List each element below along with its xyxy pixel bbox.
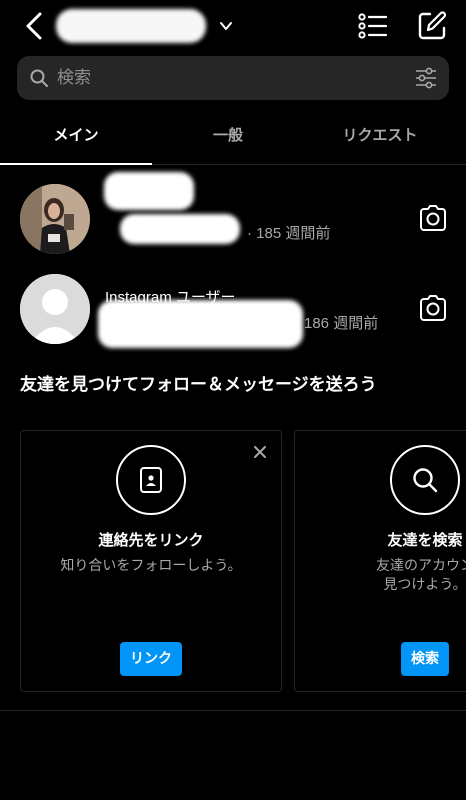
filter-icon[interactable] — [415, 67, 437, 89]
tab-requests[interactable]: リクエスト — [304, 112, 456, 164]
search-friends-button[interactable]: 検索 — [401, 642, 449, 676]
thread-timestamp: 186 週間前 — [304, 315, 379, 332]
camera-icon — [420, 295, 446, 321]
chevron-left-icon — [26, 12, 42, 40]
chevron-down-icon[interactable] — [218, 18, 234, 34]
avatar-photo-image — [20, 184, 90, 254]
compose-button[interactable] — [416, 10, 448, 42]
contact-card-icon — [140, 467, 162, 493]
account-name-redaction — [56, 9, 206, 43]
list-button[interactable] — [358, 12, 388, 40]
avatar[interactable] — [20, 274, 90, 344]
suggestion-card-search: 友達を検索 友達のアカウン 見つけよう。 検索 — [294, 430, 466, 692]
camera-button[interactable] — [418, 204, 448, 232]
icon-circle — [116, 445, 186, 515]
avatar[interactable] — [20, 184, 90, 254]
thread-timestamp: · 185 週間前 — [247, 225, 331, 242]
search-placeholder: 検索 — [57, 68, 91, 88]
message-thread[interactable]: · 185 週間前 — [0, 172, 466, 260]
camera-button[interactable] — [418, 294, 448, 322]
thread-preview-redaction — [98, 300, 303, 348]
tab-general[interactable]: 一般 — [152, 112, 304, 164]
card-title: 連絡先をリンク — [98, 531, 204, 549]
icon-circle — [390, 445, 460, 515]
divider — [0, 710, 466, 711]
default-avatar-icon — [20, 274, 90, 344]
tab-main[interactable]: メイン — [0, 112, 152, 165]
compose-icon — [418, 11, 447, 40]
search-icon — [30, 69, 48, 87]
thread-name-redaction — [104, 172, 194, 210]
search-icon — [413, 468, 438, 493]
thread-preview-redaction — [120, 214, 240, 244]
card-title: 友達を検索 — [387, 531, 463, 549]
list-icon — [358, 13, 388, 39]
search-bar[interactable]: 検索 — [17, 56, 449, 100]
card-subtitle-line: 見つけよう。 — [383, 577, 466, 593]
card-subtitle: 友達のアカウン 見つけよう。 — [295, 557, 466, 595]
inbox-tabs: メイン 一般 リクエスト — [0, 112, 466, 165]
suggestions-title: 友達を見つけてフォロー＆メッセージを送ろう — [20, 375, 377, 395]
direct-messages-screen: 検索 メイン 一般 リクエスト · 185 週間前 Instagram ユーザー… — [0, 0, 466, 800]
card-subtitle-line: 友達のアカウン — [376, 558, 466, 574]
back-button[interactable] — [22, 10, 50, 42]
close-icon[interactable] — [253, 445, 267, 459]
link-contacts-button[interactable]: リンク — [120, 642, 182, 676]
account-switcher[interactable] — [56, 9, 216, 43]
message-thread[interactable]: Instagram ユーザー 186 週間前 — [0, 270, 466, 350]
suggestion-card-contacts: 連絡先をリンク 知り合いをフォローしよう。 リンク — [20, 430, 282, 692]
camera-icon — [420, 205, 446, 231]
card-subtitle: 知り合いをフォローしよう。 — [60, 558, 242, 574]
